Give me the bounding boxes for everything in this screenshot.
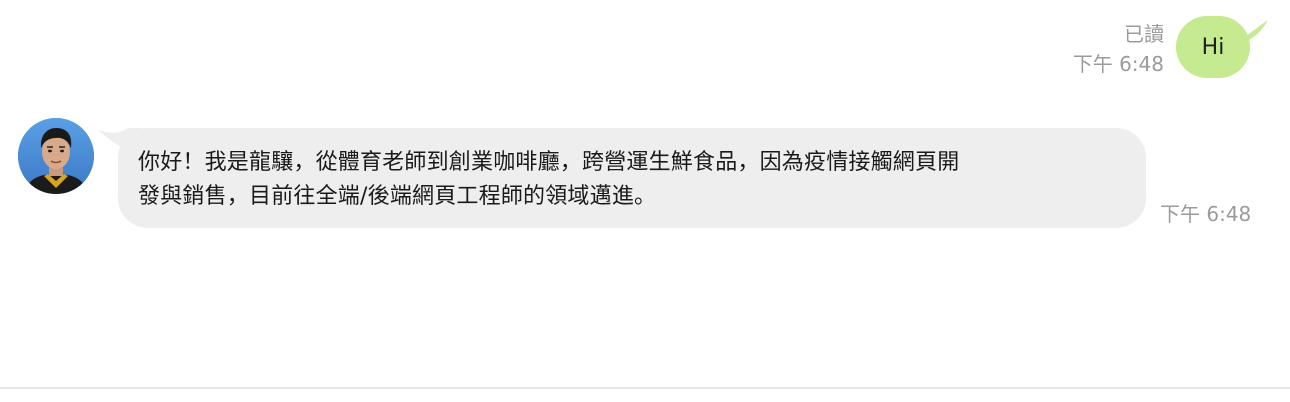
bottom-divider	[0, 387, 1290, 389]
outgoing-meta: 已讀 下午 6:48	[1073, 20, 1164, 78]
incoming-timestamp: 下午 6:48	[1160, 202, 1252, 226]
outgoing-message-bubble[interactable]: Hi	[1176, 16, 1250, 78]
chat-area: 已讀 下午 6:48 Hi 你好！我是龍驤，從體育老師到創業咖啡廳，跨營運生鮮食…	[0, 0, 1290, 388]
incoming-message-line-1: 你好！我是龍驤，從體育老師到創業咖啡廳，跨營運生鮮食品，因為疫情接觸網頁開	[138, 150, 960, 175]
incoming-message-bubble[interactable]: 你好！我是龍驤，從體育老師到創業咖啡廳，跨營運生鮮食品，因為疫情接觸網頁開 發與…	[118, 128, 1146, 228]
outgoing-timestamp: 下午 6:48	[1072, 52, 1164, 76]
incoming-message-line-2: 發與銷售，目前往全端/後端網頁工程師的領域邁進。	[138, 184, 657, 209]
read-status: 已讀	[1124, 22, 1164, 46]
person-avatar-icon	[18, 118, 94, 194]
outgoing-message-text: Hi	[1201, 34, 1225, 60]
sender-avatar[interactable]	[18, 118, 94, 194]
